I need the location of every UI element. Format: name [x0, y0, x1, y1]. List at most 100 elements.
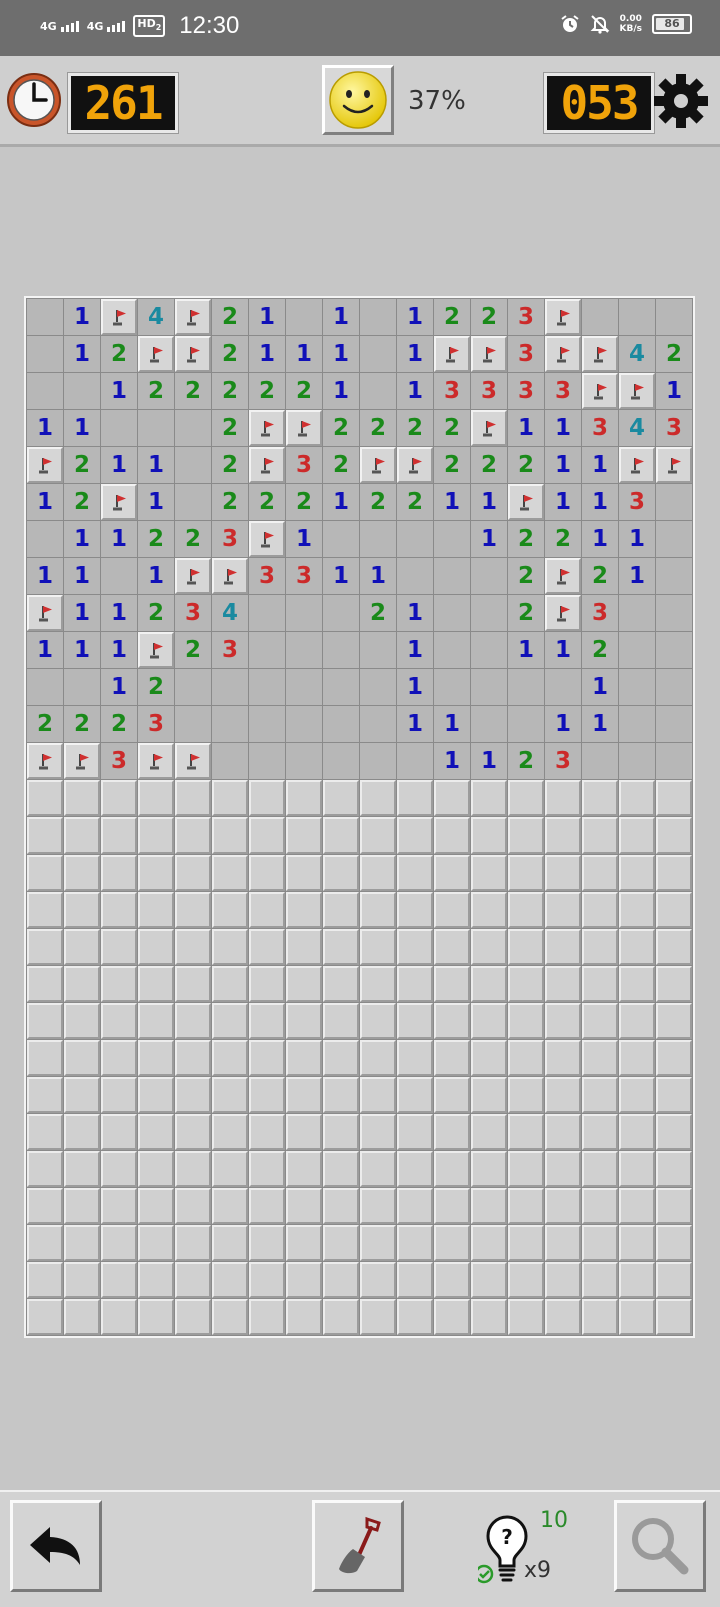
number-cell[interactable]: 1: [619, 558, 655, 595]
unopened-cell[interactable]: [212, 965, 248, 1002]
empty-cell[interactable]: [64, 669, 100, 706]
unopened-cell[interactable]: [619, 965, 655, 1002]
flagged-cell[interactable]: [582, 373, 618, 410]
unopened-cell[interactable]: [286, 854, 322, 891]
unopened-cell[interactable]: [323, 1039, 359, 1076]
number-cell[interactable]: 1: [471, 484, 507, 521]
number-cell[interactable]: 1: [138, 484, 174, 521]
unopened-cell[interactable]: [175, 1224, 211, 1261]
unopened-cell[interactable]: [471, 1002, 507, 1039]
unopened-cell[interactable]: [434, 1187, 470, 1224]
unopened-cell[interactable]: [286, 928, 322, 965]
empty-cell[interactable]: [138, 410, 174, 447]
unopened-cell[interactable]: [619, 1076, 655, 1113]
reset-face-button[interactable]: [322, 65, 394, 135]
unopened-cell[interactable]: [249, 1187, 285, 1224]
unopened-cell[interactable]: [545, 928, 581, 965]
flagged-cell[interactable]: [434, 336, 470, 373]
empty-cell[interactable]: [360, 706, 396, 743]
flagged-cell[interactable]: [471, 410, 507, 447]
unopened-cell[interactable]: [27, 1187, 63, 1224]
unopened-cell[interactable]: [101, 891, 137, 928]
unopened-cell[interactable]: [323, 965, 359, 1002]
number-cell[interactable]: 2: [212, 410, 248, 447]
empty-cell[interactable]: [323, 743, 359, 780]
empty-cell[interactable]: [27, 299, 63, 336]
unopened-cell[interactable]: [471, 928, 507, 965]
empty-cell[interactable]: [508, 669, 544, 706]
unopened-cell[interactable]: [360, 1150, 396, 1187]
empty-cell[interactable]: [175, 706, 211, 743]
unopened-cell[interactable]: [545, 965, 581, 1002]
unopened-cell[interactable]: [582, 1076, 618, 1113]
number-cell[interactable]: 1: [138, 447, 174, 484]
empty-cell[interactable]: [64, 373, 100, 410]
number-cell[interactable]: 3: [212, 632, 248, 669]
number-cell[interactable]: 2: [212, 373, 248, 410]
unopened-cell[interactable]: [471, 891, 507, 928]
flagged-cell[interactable]: [27, 743, 63, 780]
unopened-cell[interactable]: [508, 780, 544, 817]
number-cell[interactable]: 2: [101, 706, 137, 743]
unopened-cell[interactable]: [64, 891, 100, 928]
empty-cell[interactable]: [656, 558, 692, 595]
unopened-cell[interactable]: [545, 1298, 581, 1335]
empty-cell[interactable]: [286, 743, 322, 780]
unopened-cell[interactable]: [619, 928, 655, 965]
unopened-cell[interactable]: [286, 1261, 322, 1298]
unopened-cell[interactable]: [508, 1002, 544, 1039]
unopened-cell[interactable]: [323, 1261, 359, 1298]
number-cell[interactable]: 1: [434, 484, 470, 521]
unopened-cell[interactable]: [397, 928, 433, 965]
unopened-cell[interactable]: [360, 965, 396, 1002]
unopened-cell[interactable]: [323, 1298, 359, 1335]
unopened-cell[interactable]: [582, 965, 618, 1002]
unopened-cell[interactable]: [286, 1224, 322, 1261]
unopened-cell[interactable]: [175, 854, 211, 891]
unopened-cell[interactable]: [27, 1224, 63, 1261]
empty-cell[interactable]: [360, 632, 396, 669]
unopened-cell[interactable]: [138, 928, 174, 965]
unopened-cell[interactable]: [471, 1261, 507, 1298]
unopened-cell[interactable]: [508, 854, 544, 891]
unopened-cell[interactable]: [619, 854, 655, 891]
unopened-cell[interactable]: [619, 1298, 655, 1335]
unopened-cell[interactable]: [101, 1150, 137, 1187]
unopened-cell[interactable]: [434, 965, 470, 1002]
unopened-cell[interactable]: [545, 1039, 581, 1076]
empty-cell[interactable]: [434, 558, 470, 595]
number-cell[interactable]: 2: [138, 669, 174, 706]
number-cell[interactable]: 1: [545, 410, 581, 447]
empty-cell[interactable]: [397, 558, 433, 595]
unopened-cell[interactable]: [582, 1039, 618, 1076]
flagged-cell[interactable]: [286, 410, 322, 447]
flagged-cell[interactable]: [249, 447, 285, 484]
unopened-cell[interactable]: [434, 780, 470, 817]
unopened-cell[interactable]: [175, 965, 211, 1002]
unopened-cell[interactable]: [101, 1261, 137, 1298]
empty-cell[interactable]: [212, 743, 248, 780]
number-cell[interactable]: 2: [471, 299, 507, 336]
unopened-cell[interactable]: [471, 1298, 507, 1335]
unopened-cell[interactable]: [64, 780, 100, 817]
unopened-cell[interactable]: [397, 1298, 433, 1335]
unopened-cell[interactable]: [64, 817, 100, 854]
unopened-cell[interactable]: [286, 817, 322, 854]
number-cell[interactable]: 2: [397, 410, 433, 447]
unopened-cell[interactable]: [175, 1150, 211, 1187]
number-cell[interactable]: 2: [360, 484, 396, 521]
number-cell[interactable]: 2: [64, 447, 100, 484]
number-cell[interactable]: 1: [508, 410, 544, 447]
unopened-cell[interactable]: [101, 1039, 137, 1076]
unopened-cell[interactable]: [471, 854, 507, 891]
unopened-cell[interactable]: [619, 780, 655, 817]
number-cell[interactable]: 2: [64, 706, 100, 743]
number-cell[interactable]: 3: [434, 373, 470, 410]
number-cell[interactable]: 1: [101, 373, 137, 410]
unopened-cell[interactable]: [360, 817, 396, 854]
unopened-cell[interactable]: [656, 928, 692, 965]
flagged-cell[interactable]: [138, 336, 174, 373]
dig-mode-button[interactable]: [312, 1500, 404, 1592]
number-cell[interactable]: 3: [582, 410, 618, 447]
unopened-cell[interactable]: [360, 1224, 396, 1261]
